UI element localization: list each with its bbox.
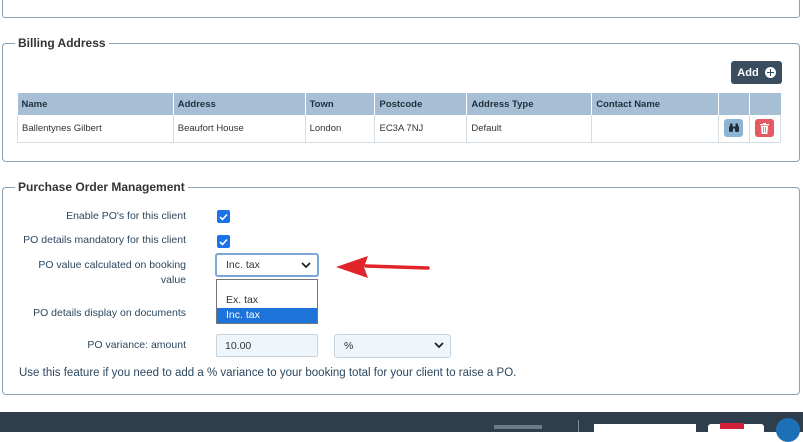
dropdown-spacer bbox=[217, 280, 317, 293]
delete-address-button[interactable] bbox=[755, 119, 775, 138]
billing-address-legend: Billing Address bbox=[18, 36, 106, 50]
chevron-down-icon bbox=[434, 342, 444, 349]
page-footer bbox=[0, 412, 803, 442]
cell-town: London bbox=[304, 115, 376, 143]
po-value-select[interactable]: Inc. tax bbox=[215, 253, 319, 277]
cell-address-type: Default bbox=[466, 115, 593, 143]
add-button-label: Add bbox=[737, 66, 759, 79]
po-variance-unit: % bbox=[344, 340, 354, 352]
billing-address-table: Name Address Town Postcode Address Type … bbox=[17, 93, 782, 143]
add-address-button[interactable]: Add bbox=[731, 61, 782, 84]
column-header-address: Address bbox=[173, 93, 306, 115]
cell-name: Ballentynes Gilbert bbox=[17, 115, 174, 143]
column-header-contact-name: Contact Name bbox=[591, 93, 719, 115]
column-header-town: Town bbox=[305, 93, 376, 115]
plus-circle-icon bbox=[764, 67, 776, 78]
chevron-down-icon bbox=[301, 262, 311, 269]
option-ex-tax[interactable]: Ex. tax bbox=[217, 293, 317, 308]
po-variance-label: PO variance: amount bbox=[87, 339, 186, 351]
enable-po-label: Enable PO's for this client bbox=[66, 210, 186, 222]
partner-logo bbox=[708, 423, 764, 432]
cyber-essentials-badge bbox=[776, 418, 800, 442]
po-mandatory-checkbox[interactable] bbox=[217, 235, 230, 248]
po-variance-unit-select[interactable]: % bbox=[334, 334, 451, 358]
trash-icon bbox=[760, 122, 770, 134]
checkmark-icon bbox=[219, 238, 228, 246]
cell-postcode: EC3A 7NJ bbox=[374, 115, 468, 143]
footer-divider bbox=[578, 420, 579, 432]
red-arrow-annotation bbox=[336, 256, 430, 278]
previous-section-fragment bbox=[2, 0, 800, 18]
binoculars-icon bbox=[728, 123, 739, 133]
po-value-label: PO value calculated on booking value bbox=[38, 259, 186, 286]
po-variance-amount-input[interactable]: 10.00 bbox=[216, 334, 318, 357]
table-row: Ballentynes Gilbert Beaufort House Londo… bbox=[17, 115, 782, 143]
cell-address: Beaufort House bbox=[172, 115, 306, 143]
column-header-address-type: Address Type bbox=[466, 93, 593, 115]
column-header-view bbox=[718, 93, 750, 115]
column-header-name: Name bbox=[17, 93, 174, 115]
po-value-dropdown-list: Ex. tax Inc. tax bbox=[216, 279, 318, 324]
cell-delete bbox=[748, 115, 782, 143]
partner-logo bbox=[594, 424, 696, 432]
column-header-delete bbox=[749, 93, 781, 115]
po-value-selected: Inc. tax bbox=[226, 259, 260, 271]
po-display-label: PO details display on documents bbox=[33, 307, 186, 319]
enable-po-checkbox[interactable] bbox=[217, 210, 230, 223]
option-inc-tax[interactable]: Inc. tax bbox=[217, 308, 317, 323]
cell-contact-name bbox=[591, 115, 719, 143]
purchase-order-legend: Purchase Order Management bbox=[18, 180, 185, 194]
cell-view bbox=[717, 115, 750, 143]
view-address-button[interactable] bbox=[724, 119, 744, 138]
footer-text-fragment bbox=[494, 425, 542, 429]
po-variance-value: 10.00 bbox=[225, 339, 252, 352]
table-header-row: Name Address Town Postcode Address Type … bbox=[17, 93, 781, 115]
po-mandatory-label: PO details mandatory for this client bbox=[23, 234, 186, 246]
checkmark-icon bbox=[219, 213, 228, 221]
column-header-postcode: Postcode bbox=[374, 93, 468, 115]
po-help-text: Use this feature if you need to add a % … bbox=[19, 367, 517, 379]
